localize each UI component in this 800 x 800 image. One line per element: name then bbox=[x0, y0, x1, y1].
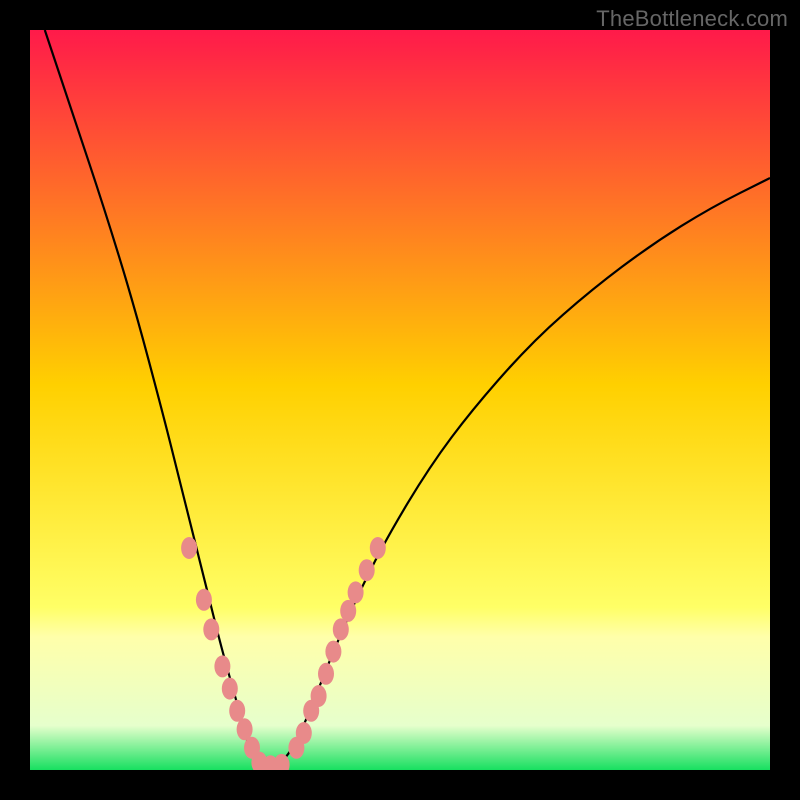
marker-dot bbox=[214, 655, 230, 677]
marker-dot bbox=[181, 537, 197, 559]
marker-dot bbox=[203, 618, 219, 640]
marker-dot bbox=[359, 559, 375, 581]
plot-area bbox=[30, 30, 770, 770]
marker-dot bbox=[348, 581, 364, 603]
marker-dot bbox=[311, 685, 327, 707]
marker-dot bbox=[196, 589, 212, 611]
marker-dot bbox=[296, 722, 312, 744]
marker-dot bbox=[325, 641, 341, 663]
bottleneck-chart bbox=[30, 30, 770, 770]
marker-dot bbox=[237, 718, 253, 740]
marker-dot bbox=[370, 537, 386, 559]
gradient-background bbox=[30, 30, 770, 770]
marker-dot bbox=[333, 618, 349, 640]
marker-dot bbox=[340, 600, 356, 622]
watermark-text: TheBottleneck.com bbox=[596, 6, 788, 32]
marker-dot bbox=[229, 700, 245, 722]
chart-container: TheBottleneck.com bbox=[0, 0, 800, 800]
marker-dot bbox=[222, 678, 238, 700]
marker-dot bbox=[318, 663, 334, 685]
